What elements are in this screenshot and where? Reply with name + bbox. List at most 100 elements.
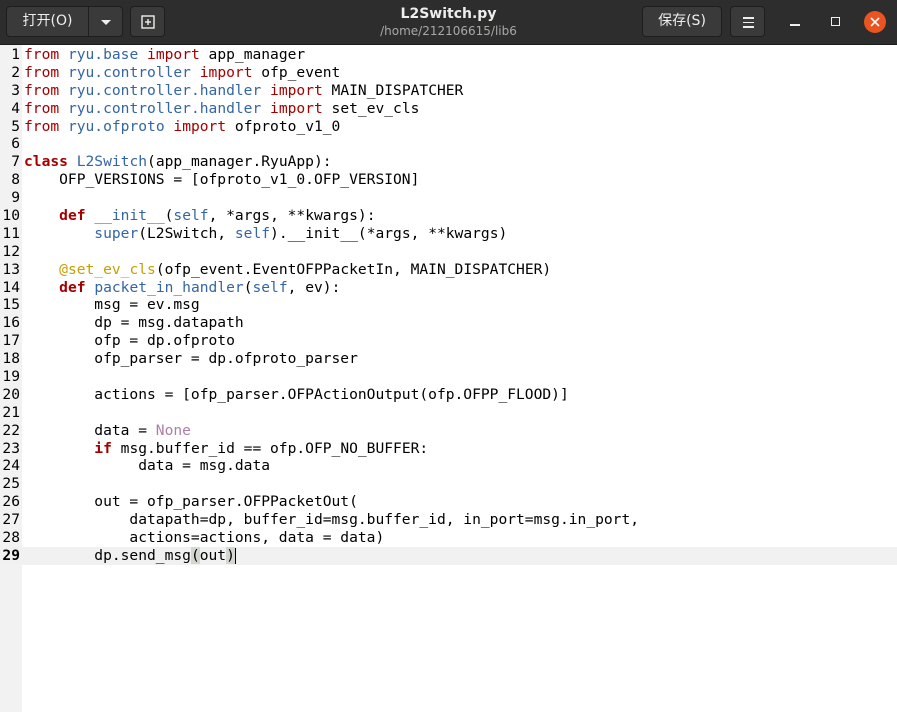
line-text: ofp_parser = dp.ofproto_parser xyxy=(24,350,358,368)
line-text: actions=actions, data = data) xyxy=(24,529,384,547)
code-line[interactable]: 18 ofp_parser = dp.ofproto_parser xyxy=(0,350,897,368)
code-token: dp.send_msg xyxy=(24,546,191,564)
line-number: 7 xyxy=(11,153,20,171)
code-line[interactable]: 29 dp.send_msg(out) xyxy=(0,546,897,565)
minimize-button[interactable] xyxy=(784,11,806,33)
code-token: ofproto_v1_0 xyxy=(226,117,341,135)
code-token: data = msg.data xyxy=(24,457,271,475)
line-text: dp.send_msg(out) xyxy=(24,546,236,565)
code-token: ).__init__(*args, **kwargs) xyxy=(270,224,508,242)
code-token: if xyxy=(94,439,112,457)
open-menu-button[interactable] xyxy=(88,6,123,37)
code-line[interactable]: 25 xyxy=(0,475,897,493)
header-bar: 打开(O) L2Switch.py /home/212106615/lib6 保… xyxy=(0,0,897,45)
line-number: 28 xyxy=(2,529,20,547)
line-number: 20 xyxy=(2,385,20,403)
code-token: (ofp_event.EventOFPPacketIn, MAIN_DISPAT… xyxy=(155,260,552,278)
line-text: @set_ev_cls(ofp_event.EventOFPPacketIn, … xyxy=(24,261,551,279)
code-token: ryu.controller.handler xyxy=(67,99,262,117)
code-line[interactable]: 11 super(L2Switch, self).__init__(*args,… xyxy=(0,225,897,243)
code-lines: 1 from ryu.base import app_manager 2 from r… xyxy=(0,46,897,565)
code-token: (app_manager.RyuApp): xyxy=(147,153,332,171)
code-line[interactable]: 23 if msg.buffer_id == ofp.OFP_NO_BUFFER… xyxy=(0,440,897,458)
code-line[interactable]: 21 xyxy=(0,404,897,422)
line-number: 23 xyxy=(2,439,20,457)
text-cursor xyxy=(234,547,236,564)
code-token: , ev): xyxy=(287,278,341,296)
line-number: 5 xyxy=(11,117,20,135)
code-token: ryu.controller.handler xyxy=(67,81,262,99)
line-text: if msg.buffer_id == ofp.OFP_NO_BUFFER: xyxy=(24,440,428,458)
code-token: dp = msg.datapath xyxy=(24,314,244,332)
line-number: 18 xyxy=(2,350,20,368)
code-token: class xyxy=(24,153,68,171)
line-text: super(L2Switch, self).__init__(*args, **… xyxy=(24,225,507,243)
code-token: import xyxy=(270,99,323,117)
code-token: app_manager xyxy=(199,46,306,63)
menu-button[interactable] xyxy=(730,6,765,37)
code-line[interactable]: 26 out = ofp_parser.OFPPacketOut( xyxy=(0,493,897,511)
code-line[interactable]: 14 def packet_in_handler(self, ev): xyxy=(0,279,897,297)
line-text: data = msg.data xyxy=(24,457,270,475)
code-line[interactable]: 28 actions=actions, data = data) xyxy=(0,529,897,547)
line-number: 29 xyxy=(2,546,20,564)
code-line[interactable]: 9 xyxy=(0,189,897,207)
code-line[interactable]: 12 xyxy=(0,243,897,261)
code-line[interactable]: 19 xyxy=(0,368,897,386)
code-line[interactable]: 8 OFP_VERSIONS = [ofproto_v1_0.OFP_VERSI… xyxy=(0,171,897,189)
code-token: None xyxy=(155,421,191,439)
line-text: dp = msg.datapath xyxy=(24,314,244,332)
code-token: import xyxy=(199,63,253,81)
code-line[interactable]: 5 from ryu.ofproto import ofproto_v1_0 xyxy=(0,118,897,136)
code-line[interactable]: 6 xyxy=(0,135,897,153)
code-token: data = xyxy=(24,421,156,439)
line-number: 11 xyxy=(2,224,20,242)
code-line[interactable]: 13 @set_ev_cls(ofp_event.EventOFPPacketI… xyxy=(0,261,897,279)
code-token: super xyxy=(94,224,139,242)
code-token: set_ev_cls xyxy=(322,99,420,117)
line-text: actions = [ofp_parser.OFPActionOutput(of… xyxy=(24,386,568,404)
line-text: OFP_VERSIONS = [ofproto_v1_0.OFP_VERSION… xyxy=(24,171,419,189)
line-text: from ryu.controller.handler import MAIN_… xyxy=(24,82,463,100)
code-line[interactable]: 17 ofp = dp.ofproto xyxy=(0,332,897,350)
code-line[interactable]: 22 data = None xyxy=(0,422,897,440)
code-line[interactable]: 15 msg = ev.msg xyxy=(0,296,897,314)
code-token: msg.buffer_id == ofp.OFP_NO_BUFFER: xyxy=(111,439,429,457)
code-token: import xyxy=(270,81,323,99)
code-editor[interactable]: 1 from ryu.base import app_manager 2 from r… xyxy=(0,45,897,712)
code-line[interactable]: 27 datapath=dp, buffer_id=msg.buffer_id,… xyxy=(0,511,897,529)
code-line[interactable]: 7 class L2Switch(app_manager.RyuApp): xyxy=(0,153,897,171)
maximize-button[interactable] xyxy=(824,11,846,33)
code-line[interactable]: 2 from ryu.controller import ofp_event xyxy=(0,64,897,82)
code-line[interactable]: 4 from ryu.controller.handler import set_… xyxy=(0,100,897,118)
code-token: ) xyxy=(226,546,235,564)
code-token: import xyxy=(173,117,227,135)
new-tab-button[interactable] xyxy=(130,6,165,37)
code-token: actions=actions, data = data) xyxy=(24,529,385,547)
save-button[interactable]: 保存(S) xyxy=(642,6,722,37)
code-token: , *args, **kwargs): xyxy=(208,207,376,225)
line-text: msg = ev.msg xyxy=(24,296,199,314)
line-text: from ryu.base import app_manager xyxy=(24,46,305,64)
line-text: out = ofp_parser.OFPPacketOut( xyxy=(24,493,358,511)
open-button[interactable]: 打开(O) xyxy=(6,6,89,37)
close-button[interactable] xyxy=(864,11,886,33)
code-line[interactable]: 1 from ryu.base import app_manager xyxy=(0,46,897,64)
code-line[interactable]: 16 dp = msg.datapath xyxy=(0,314,897,332)
code-line[interactable]: 3 from ryu.controller.handler import MAIN… xyxy=(0,82,897,100)
code-line[interactable]: 24 data = msg.data xyxy=(0,457,897,475)
code-line[interactable]: 10 def __init__(self, *args, **kwargs): xyxy=(0,207,897,225)
code-token: MAIN_DISPATCHER xyxy=(322,81,464,99)
code-line[interactable]: 20 actions = [ofp_parser.OFPActionOutput… xyxy=(0,386,897,404)
line-text: from ryu.controller import ofp_event xyxy=(24,64,340,82)
